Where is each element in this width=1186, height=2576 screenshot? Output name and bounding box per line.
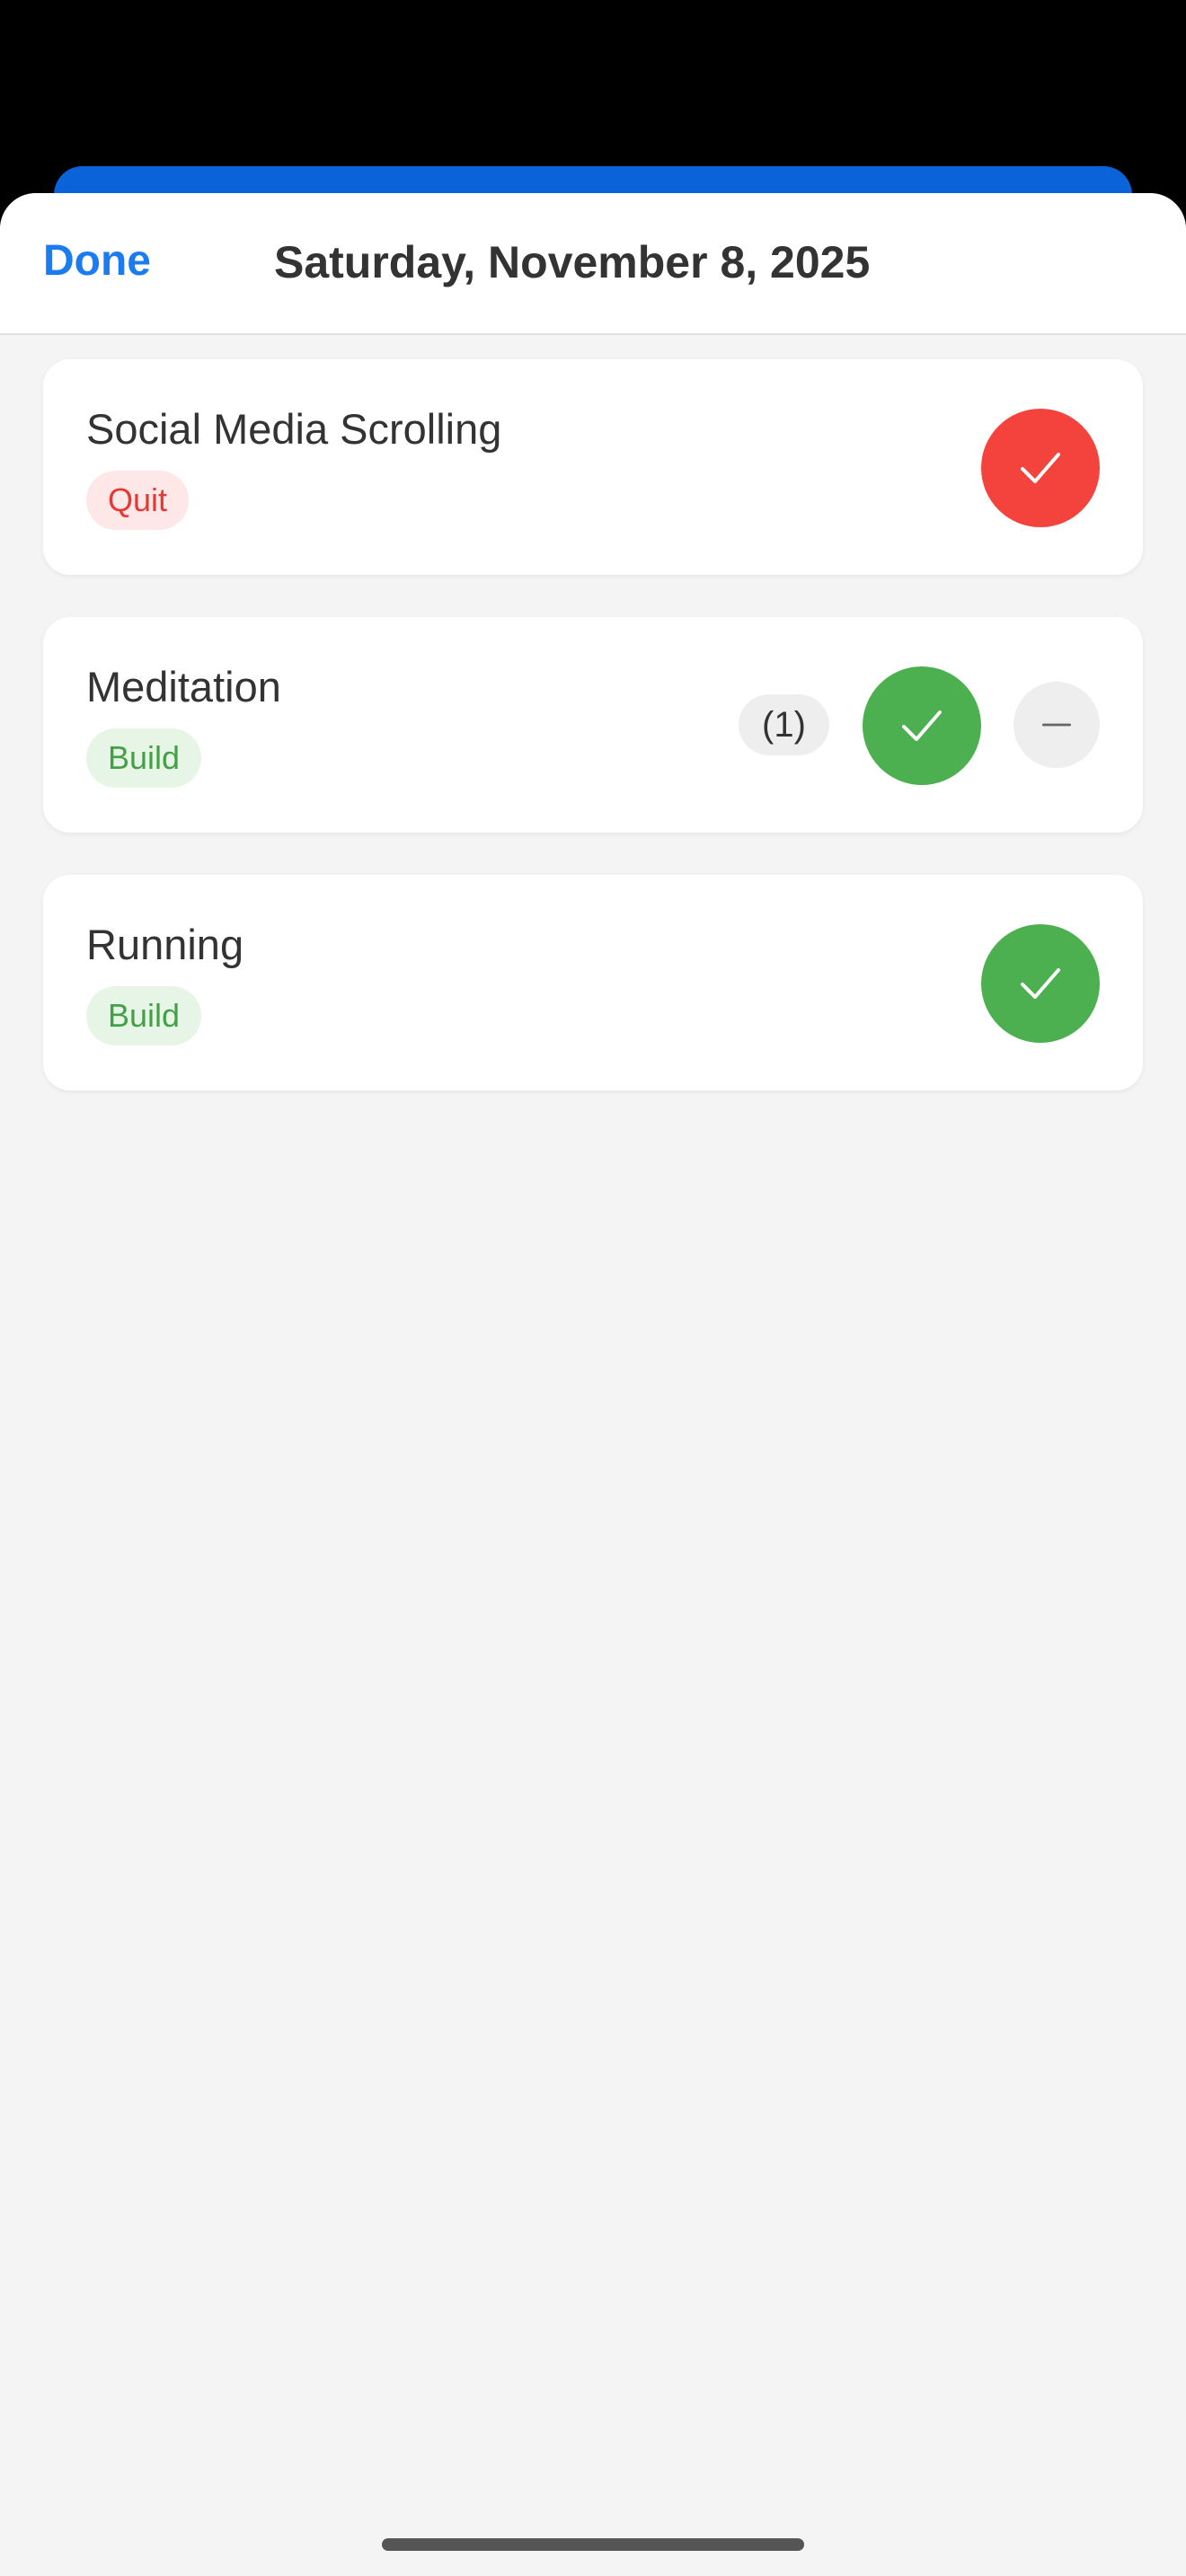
date-detail-sheet: Done Saturday, November 8, 2025 Social M… xyxy=(0,193,1186,2576)
habit-type-badge: Quit xyxy=(86,471,190,530)
habit-card-social-media: Social Media Scrolling Quit xyxy=(43,359,1143,575)
minus-icon xyxy=(1041,723,1072,727)
habit-type-badge: Build xyxy=(86,728,202,788)
completion-count-badge: (1) xyxy=(739,694,829,755)
habit-name: Running xyxy=(86,921,244,968)
habit-card-running: Running Build xyxy=(43,875,1143,1090)
habit-card-meditation: Meditation Build (1) xyxy=(43,617,1143,833)
complete-toggle-button[interactable] xyxy=(981,924,1100,1043)
home-indicator[interactable] xyxy=(382,2538,804,2551)
sheet-header: Done Saturday, November 8, 2025 xyxy=(0,193,1186,335)
sheet-title: Saturday, November 8, 2025 xyxy=(274,237,871,287)
habit-name: Meditation xyxy=(86,663,281,710)
done-button[interactable]: Done xyxy=(43,236,151,286)
habit-name: Social Media Scrolling xyxy=(86,405,502,453)
screen: Done Saturday, November 8, 2025 Social M… xyxy=(0,0,1186,2576)
checkmark-icon xyxy=(1021,968,1060,999)
checkmark-icon xyxy=(902,710,942,741)
complete-increment-button[interactable] xyxy=(863,666,981,785)
habit-type-badge: Build xyxy=(86,986,202,1045)
decrement-button[interactable] xyxy=(1013,682,1100,768)
complete-toggle-button[interactable] xyxy=(981,409,1100,527)
checkmark-icon xyxy=(1021,453,1060,483)
